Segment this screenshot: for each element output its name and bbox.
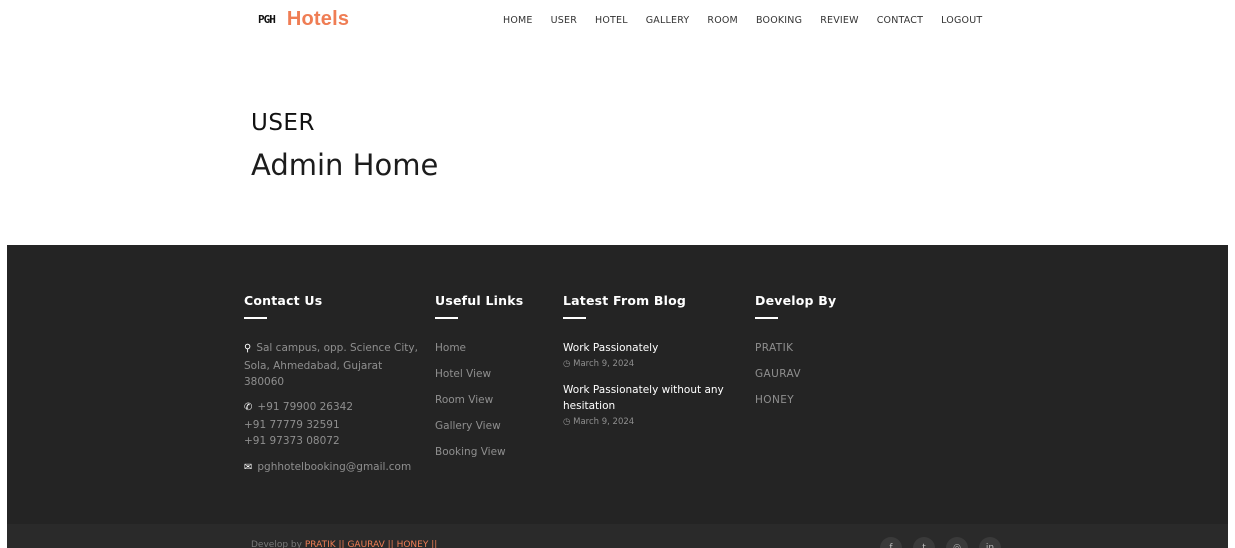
contact-heading: Contact Us: [244, 293, 323, 308]
map-pin-icon: ⚲: [244, 343, 252, 354]
blog-heading: Latest From Blog: [563, 293, 687, 308]
date-text: March 9, 2024: [573, 417, 635, 427]
contact-address: ⚲ Sal campus, opp. Science City, Sola, Ah…: [244, 340, 419, 391]
phone-2[interactable]: +91 77779 32591: [244, 417, 419, 434]
phone-3[interactable]: +91 97373 08072: [244, 433, 419, 450]
blog-post-title[interactable]: Work Passionately without any hesitation: [563, 382, 743, 414]
nav-logout[interactable]: LOGOUT: [941, 13, 982, 28]
blog-post-date: ◷ March 9, 2024: [563, 417, 743, 427]
developer-honey: HONEY: [755, 394, 795, 406]
email-link[interactable]: pghhotelbooking@gmail.com: [257, 461, 411, 473]
blog-post-title[interactable]: Work Passionately: [563, 340, 743, 356]
facebook-icon[interactable]: f: [880, 537, 902, 548]
logo-mark-icon: PGH: [258, 13, 276, 26]
developers-list: PRATIK GAURAV HONEY: [755, 339, 801, 417]
social-links: f t ◎ in: [880, 537, 1001, 548]
footer-col-blog: Latest From Blog: [563, 293, 743, 319]
blog-post: Work Passionately without any hesitation…: [563, 382, 743, 427]
section-label: USER: [251, 110, 315, 136]
credits-prefix: Develop by: [251, 540, 302, 548]
instagram-icon[interactable]: ◎: [946, 537, 968, 548]
date-text: March 9, 2024: [573, 359, 635, 369]
footer-bottom-bar: [7, 524, 1228, 548]
developer-gaurav: GAURAV: [755, 368, 801, 380]
nav-user[interactable]: USER: [551, 13, 577, 28]
linkedin-icon[interactable]: in: [979, 537, 1001, 548]
brand-name: Hotels: [286, 8, 350, 30]
link-home[interactable]: Home: [435, 339, 506, 365]
main-nav: HOME USER HOTEL GALLERY ROOM BOOKING REV…: [503, 13, 1000, 28]
phone-icon: ✆: [244, 402, 253, 413]
link-gallery-view[interactable]: Gallery View: [435, 417, 506, 443]
heading-underline: [244, 317, 267, 319]
footer-credits: Develop by PRATIK || GAURAV || HONEY ||: [251, 540, 437, 548]
developer-pratik: PRATIK: [755, 342, 794, 354]
nav-home[interactable]: HOME: [503, 13, 533, 28]
blog-post-date: ◷ March 9, 2024: [563, 359, 743, 369]
phone-1[interactable]: +91 79900 26342: [257, 401, 353, 413]
nav-contact[interactable]: CONTACT: [877, 13, 923, 28]
footer-col-links: Useful Links: [435, 293, 545, 319]
useful-links-heading: Useful Links: [435, 293, 524, 308]
blog-post: Work Passionately ◷ March 9, 2024: [563, 340, 743, 369]
mail-icon: ✉: [244, 462, 253, 473]
develop-by-heading: Develop By: [755, 293, 837, 308]
blog-list: Work Passionately ◷ March 9, 2024 Work P…: [563, 340, 743, 440]
nav-booking[interactable]: BOOKING: [756, 13, 802, 28]
contact-email: ✉ pghhotelbooking@gmail.com: [244, 459, 419, 477]
contact-phones: ✆ +91 79900 26342 +91 77779 32591 +91 973…: [244, 399, 419, 450]
footer-col-contact: Contact Us: [244, 293, 419, 319]
nav-gallery[interactable]: GALLERY: [646, 13, 690, 28]
link-hotel-view[interactable]: Hotel View: [435, 365, 506, 391]
link-booking-view[interactable]: Booking View: [435, 443, 506, 469]
page-title: Admin Home: [251, 148, 439, 182]
footer-col-devs: Develop By: [755, 293, 875, 319]
clock-icon: ◷: [563, 417, 574, 427]
nav-review[interactable]: REVIEW: [820, 13, 859, 28]
brand-logo[interactable]: PGH Hotels: [258, 8, 349, 31]
page: PGH Hotels HOME USER HOTEL GALLERY ROOM …: [0, 0, 1235, 548]
nav-hotel[interactable]: HOTEL: [595, 13, 628, 28]
heading-underline: [563, 317, 586, 319]
heading-underline: [755, 317, 778, 319]
twitter-icon[interactable]: t: [913, 537, 935, 548]
credits-names[interactable]: PRATIK || GAURAV || HONEY ||: [305, 540, 437, 548]
useful-links-list: Home Hotel View Room View Gallery View B…: [435, 339, 506, 469]
address-text: Sal campus, opp. Science City, Sola, Ahm…: [244, 342, 418, 388]
link-room-view[interactable]: Room View: [435, 391, 506, 417]
clock-icon: ◷: [563, 359, 574, 369]
heading-underline: [435, 317, 458, 319]
nav-room[interactable]: ROOM: [707, 13, 738, 28]
